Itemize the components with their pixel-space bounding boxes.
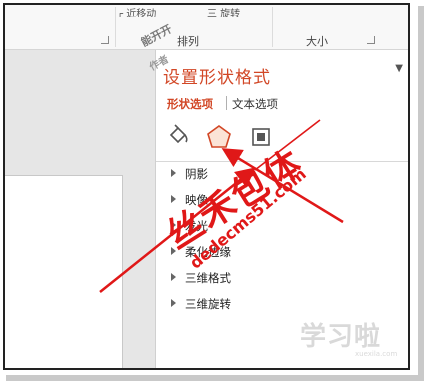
section-3d-rotation[interactable]: 三维旋转 <box>156 292 409 318</box>
screenshot-frame: ┌ 近移动 三 旋转 排列 大小 设置形状格式 ▼ 形状选项 文本选项 阴影 映… <box>0 0 418 375</box>
ribbon-separator <box>272 7 273 47</box>
section-label: 三维格式 <box>185 271 231 285</box>
fill-line-icon[interactable] <box>166 124 190 148</box>
section-label: 阴影 <box>185 167 208 181</box>
section-reflection[interactable]: 映像 <box>156 188 409 214</box>
size-properties-icon[interactable] <box>250 126 272 148</box>
ribbon-item-top-left[interactable]: ┌ 近移动 <box>117 5 156 17</box>
expand-arrow-icon <box>171 221 176 229</box>
tab-shape-options[interactable]: 形状选项 <box>167 96 213 112</box>
pane-options-icon[interactable]: ▼ <box>395 63 403 74</box>
tab-text-options[interactable]: 文本选项 <box>232 96 278 112</box>
section-3d-format[interactable]: 三维格式 <box>156 266 409 292</box>
size-launcher-icon[interactable] <box>367 36 375 44</box>
expand-arrow-icon <box>171 247 176 255</box>
section-label: 映像 <box>185 193 208 207</box>
slide-editing-area <box>5 50 155 369</box>
pane-icon-row <box>166 124 366 152</box>
ribbon-separator <box>115 7 116 47</box>
format-shape-pane: 设置形状格式 ▼ 形状选项 文本选项 阴影 映像 发光 柔化边缘 三维格式 三维… <box>155 50 409 368</box>
tab-divider <box>226 96 227 110</box>
expand-arrow-icon <box>171 299 176 307</box>
section-glow[interactable]: 发光 <box>156 214 409 240</box>
ribbon-item-rotate[interactable]: 三 旋转 <box>207 5 240 17</box>
expand-arrow-icon <box>171 273 176 281</box>
section-soft-edges[interactable]: 柔化边缘 <box>156 240 409 266</box>
section-label: 发光 <box>185 219 208 233</box>
section-label: 柔化边缘 <box>185 245 231 259</box>
ribbon-group-size: 大小 <box>306 35 328 48</box>
section-shadow[interactable]: 阴影 <box>156 162 409 188</box>
ribbon-group-arrange: 排列 <box>177 35 199 48</box>
expand-arrow-icon <box>171 195 176 203</box>
effects-section-list: 阴影 映像 发光 柔化边缘 三维格式 三维旋转 <box>156 162 409 318</box>
section-label: 三维旋转 <box>185 297 231 311</box>
dialog-launcher-icon[interactable] <box>101 36 109 44</box>
expand-arrow-icon <box>171 169 176 177</box>
ribbon: ┌ 近移动 三 旋转 排列 大小 <box>5 5 408 50</box>
slide-canvas[interactable] <box>5 175 123 369</box>
pane-title: 设置形状格式 <box>163 68 271 88</box>
effects-pentagon-icon[interactable] <box>206 124 232 150</box>
